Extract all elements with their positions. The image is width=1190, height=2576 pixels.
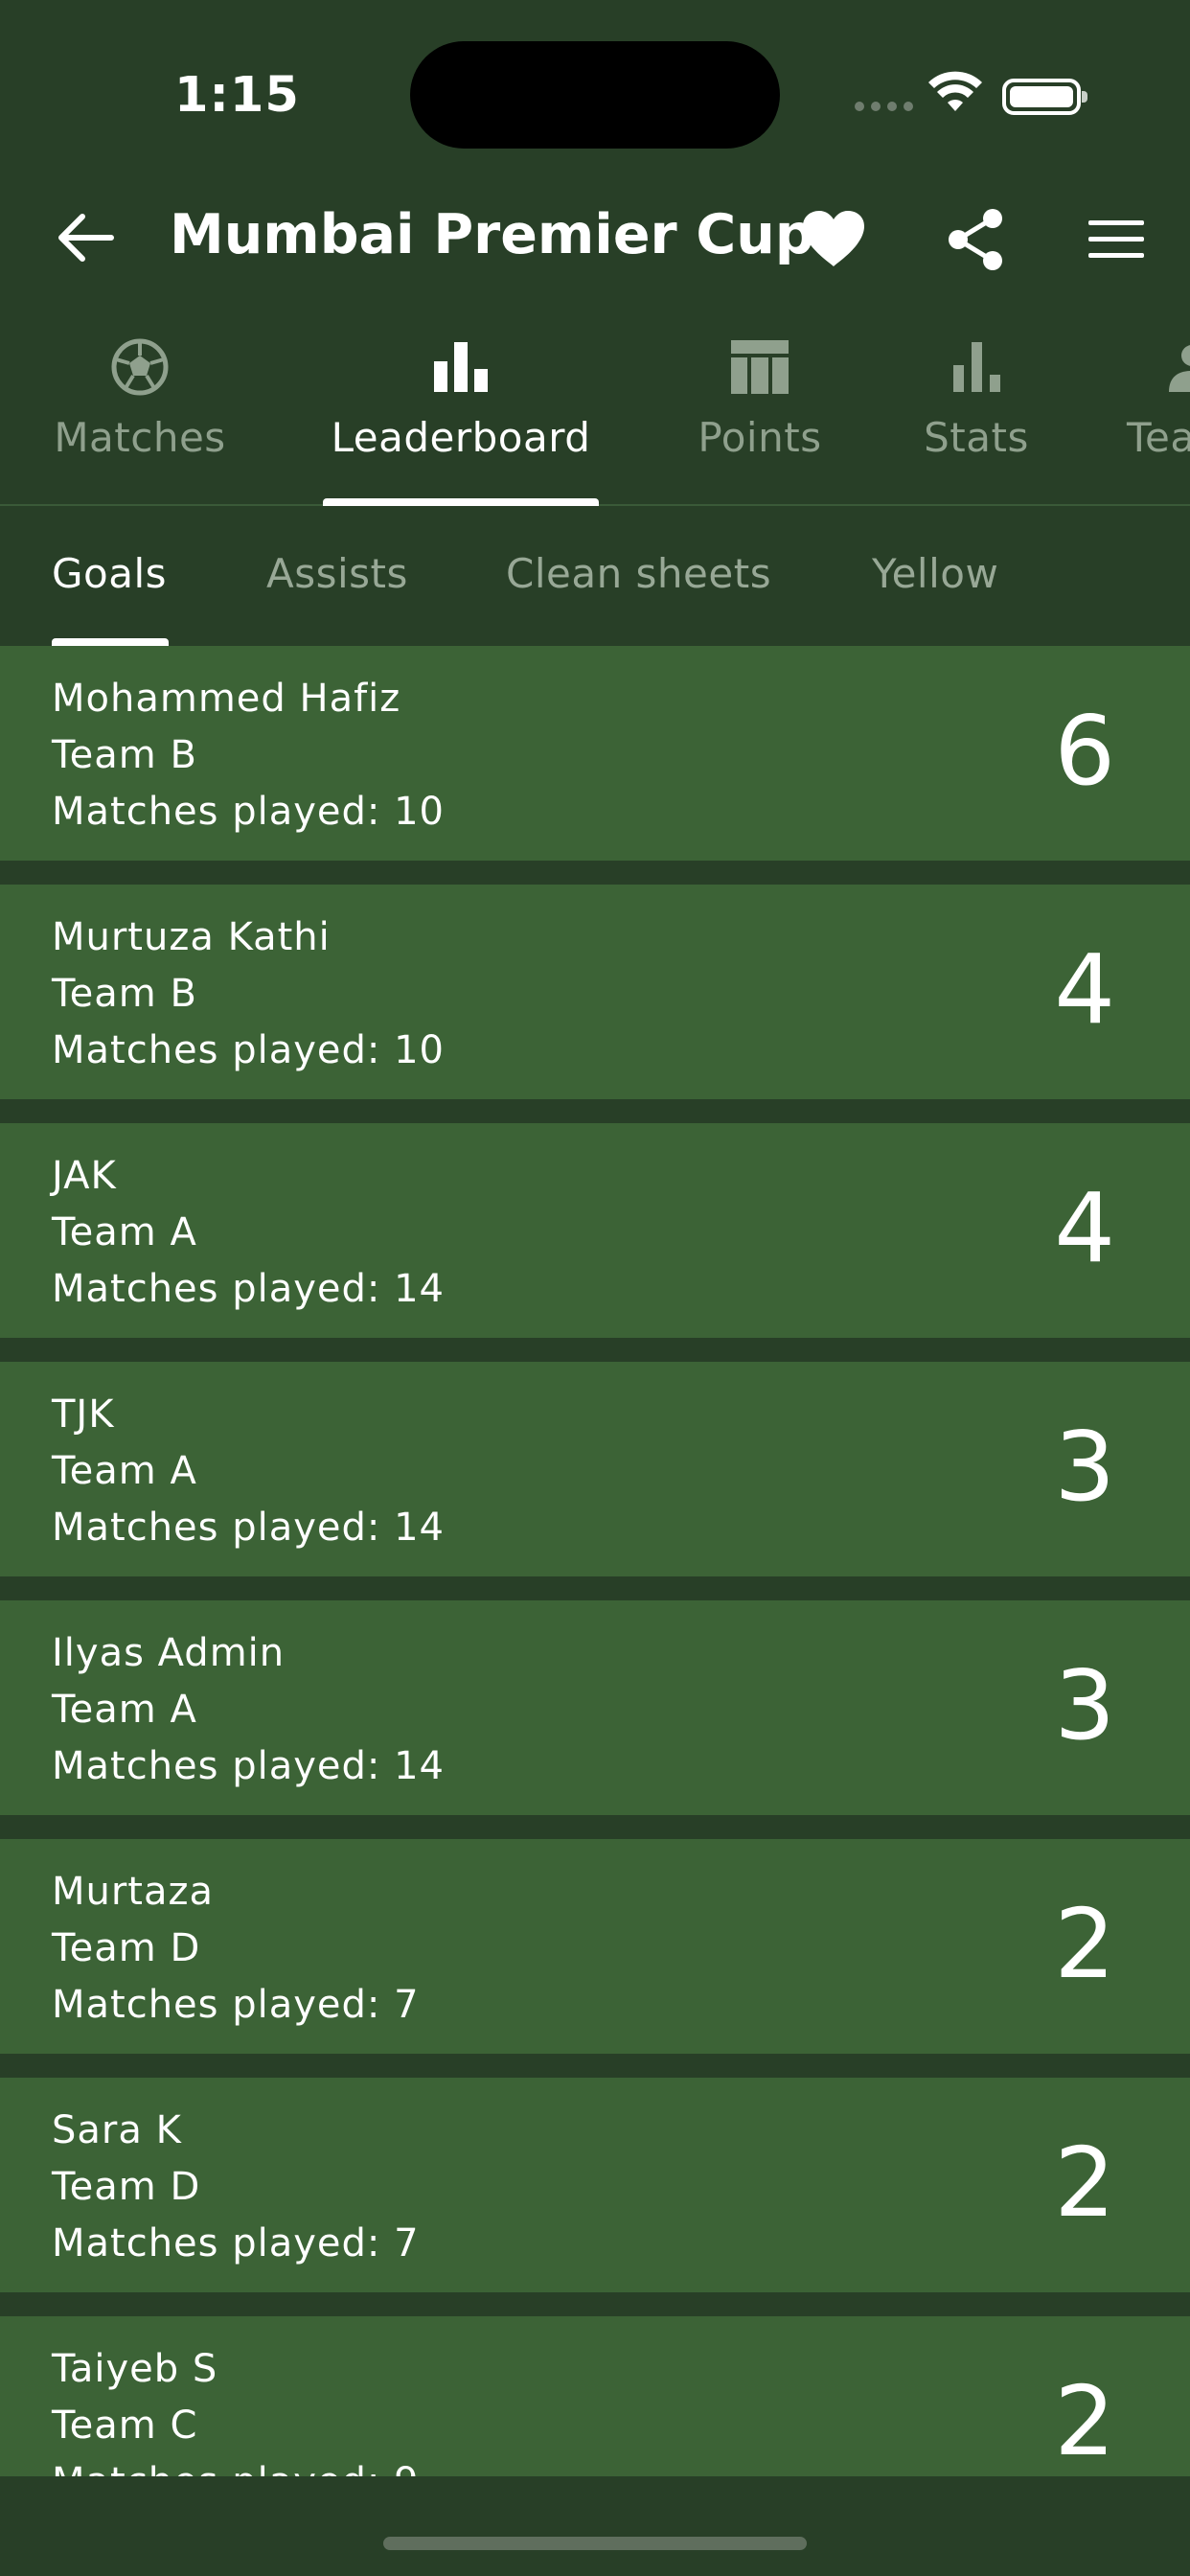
subtab-indicator bbox=[52, 638, 169, 646]
matches-played: Matches played: 14 bbox=[52, 1506, 445, 1550]
page-title: Mumbai Premier Cup bbox=[170, 203, 814, 266]
list-item[interactable]: Ilyas Admin Team A Matches played: 14 3 bbox=[0, 1600, 1190, 1815]
dynamic-island bbox=[410, 41, 780, 149]
player-name: Sara K bbox=[52, 2108, 182, 2152]
wifi-icon bbox=[928, 71, 982, 111]
player-name: JAK bbox=[52, 1154, 117, 1198]
player-team: Team B bbox=[52, 972, 197, 1016]
tab-indicator bbox=[323, 498, 599, 506]
player-team: Team D bbox=[52, 2165, 201, 2209]
player-team: Team A bbox=[52, 1449, 197, 1493]
matches-played: Matches played: 10 bbox=[52, 790, 445, 834]
goal-count: 4 bbox=[1054, 933, 1115, 1046]
player-name: TJK bbox=[52, 1392, 115, 1437]
bar-chart-icon bbox=[430, 334, 492, 401]
tab-teams[interactable]: Tea bbox=[1121, 316, 1190, 504]
player-name: Ilyas Admin bbox=[52, 1631, 286, 1675]
tab-stats-label: Stats bbox=[924, 414, 1029, 461]
tab-points-label: Points bbox=[698, 414, 822, 461]
list-item[interactable]: Murtaza Team D Matches played: 7 2 bbox=[0, 1839, 1190, 2054]
goal-count: 2 bbox=[1054, 1888, 1115, 2000]
tab-teams-label: Tea bbox=[1127, 414, 1190, 461]
person-icon bbox=[1159, 334, 1190, 401]
goal-count: 6 bbox=[1054, 695, 1115, 807]
table-icon bbox=[729, 334, 790, 401]
menu-icon[interactable] bbox=[1087, 217, 1146, 263]
home-bar-area bbox=[0, 2476, 1190, 2576]
tab-matches[interactable]: Matches bbox=[50, 316, 230, 504]
tab-points[interactable]: Points bbox=[682, 316, 837, 504]
heart-icon[interactable] bbox=[801, 209, 866, 270]
goal-count: 2 bbox=[1054, 2365, 1115, 2476]
stats-icon bbox=[946, 334, 1007, 401]
subtab-clean-sheets[interactable]: Clean sheets bbox=[506, 550, 771, 597]
sub-tab-bar: Goals Assists Clean sheets Yellow bbox=[0, 506, 1190, 646]
player-team: Team A bbox=[52, 1688, 197, 1732]
share-icon[interactable] bbox=[945, 207, 1006, 272]
subtab-yellow[interactable]: Yellow bbox=[872, 550, 998, 597]
player-name: Taiyeb S bbox=[52, 2347, 218, 2391]
goal-count: 3 bbox=[1054, 1411, 1115, 1523]
list-item[interactable]: Mohammed Hafiz Team B Matches played: 10… bbox=[0, 646, 1190, 861]
matches-played: Matches played: 9 bbox=[52, 2460, 420, 2476]
subtab-assists[interactable]: Assists bbox=[266, 550, 408, 597]
player-team: Team A bbox=[52, 1210, 197, 1254]
list-item[interactable]: Taiyeb S Team C Matches played: 9 2 bbox=[0, 2316, 1190, 2476]
matches-played: Matches played: 7 bbox=[52, 2221, 420, 2266]
goal-count: 4 bbox=[1054, 1172, 1115, 1284]
top-tab-bar: Matches Leaderboard Points Stats Tea bbox=[0, 316, 1190, 506]
matches-played: Matches played: 7 bbox=[52, 1983, 420, 2027]
tab-stats[interactable]: Stats bbox=[910, 316, 1042, 504]
tab-leaderboard[interactable]: Leaderboard bbox=[323, 316, 599, 504]
player-name: Mohammed Hafiz bbox=[52, 677, 401, 721]
battery-icon bbox=[1002, 79, 1087, 115]
list-item[interactable]: Sara K Team D Matches played: 7 2 bbox=[0, 2078, 1190, 2292]
back-arrow-icon[interactable] bbox=[54, 205, 119, 270]
tab-matches-label: Matches bbox=[54, 414, 226, 461]
goal-count: 3 bbox=[1054, 1649, 1115, 1761]
home-indicator[interactable] bbox=[383, 2537, 807, 2550]
player-name: Murtuza Kathi bbox=[52, 915, 331, 959]
player-team: Team C bbox=[52, 2404, 198, 2448]
matches-played: Matches played: 10 bbox=[52, 1028, 445, 1072]
player-team: Team B bbox=[52, 733, 197, 777]
subtab-goals[interactable]: Goals bbox=[52, 550, 167, 597]
goal-count: 2 bbox=[1054, 2127, 1115, 2239]
soccer-ball-icon bbox=[109, 334, 171, 401]
player-team: Team D bbox=[52, 1926, 201, 1970]
list-item[interactable]: JAK Team A Matches played: 14 4 bbox=[0, 1123, 1190, 1338]
cellular-signal-icon bbox=[855, 102, 913, 111]
leaderboard-list[interactable]: Mohammed Hafiz Team B Matches played: 10… bbox=[0, 646, 1190, 2476]
matches-played: Matches played: 14 bbox=[52, 1267, 445, 1311]
app-screen: 1:15 Mumbai Premier Cup Matches Leaderbo… bbox=[0, 0, 1190, 2576]
list-item[interactable]: Murtuza Kathi Team B Matches played: 10 … bbox=[0, 885, 1190, 1099]
list-item[interactable]: TJK Team A Matches played: 14 3 bbox=[0, 1362, 1190, 1576]
tab-leaderboard-label: Leaderboard bbox=[331, 414, 591, 461]
player-name: Murtaza bbox=[52, 1870, 215, 1914]
status-time: 1:15 bbox=[174, 67, 300, 124]
matches-played: Matches played: 14 bbox=[52, 1744, 445, 1788]
